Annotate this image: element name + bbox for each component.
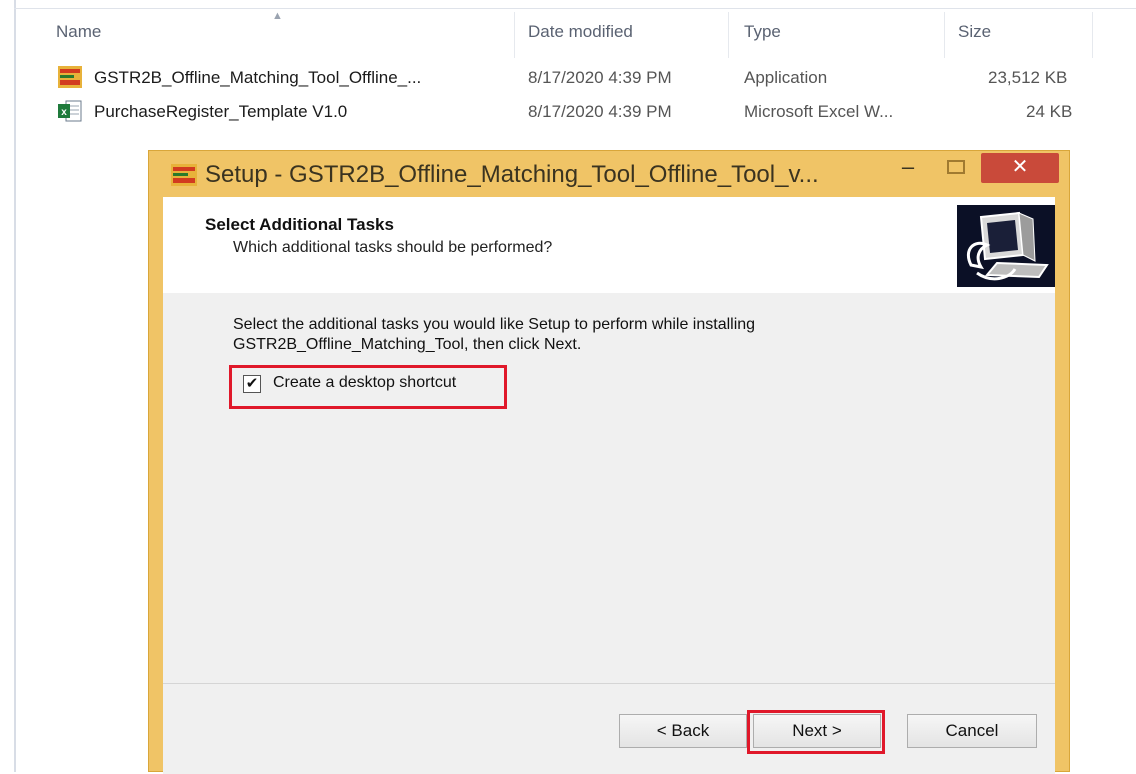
wizard-footer: < Back Next > Cancel — [163, 683, 1055, 774]
setup-dialog: Setup - GSTR2B_Offline_Matching_Tool_Off… — [148, 150, 1070, 774]
wizard-header: Select Additional Tasks Which additional… — [163, 197, 1055, 294]
file-type: Application — [744, 68, 828, 87]
maximize-icon — [947, 160, 965, 174]
annotation-highlight-box — [229, 365, 507, 409]
instructions-text: Select the additional tasks you would li… — [233, 316, 756, 353]
dialog-title: Setup - GSTR2B_Offline_Matching_Tool_Off… — [205, 161, 819, 188]
file-size: 23,512 KB — [988, 68, 1068, 87]
file-date: 8/17/2020 4:39 PM — [528, 68, 672, 87]
explorer-header-divider — [14, 8, 1136, 9]
svg-text:x: x — [61, 107, 67, 118]
back-button[interactable]: < Back — [619, 714, 747, 748]
cancel-button[interactable]: Cancel — [907, 714, 1037, 748]
explorer-frame-edge — [14, 0, 16, 772]
file-type: Microsoft Excel W... — [744, 102, 894, 121]
column-separator[interactable] — [514, 12, 515, 58]
dialog-title-bar[interactable]: Setup - GSTR2B_Offline_Matching_Tool_Off… — [149, 151, 1069, 197]
file-date: 8/17/2020 4:39 PM — [528, 102, 672, 121]
file-size: 24 KB — [1026, 102, 1073, 121]
installer-app-icon — [58, 66, 82, 88]
maximize-button[interactable] — [939, 153, 973, 183]
minimize-button[interactable]: – — [891, 153, 925, 183]
file-name: PurchaseRegister_Template V1.0 — [94, 102, 348, 121]
excel-file-icon: x — [58, 100, 82, 122]
file-row[interactable]: GSTR2B_Offline_Matching_Tool_Offline_...… — [56, 64, 1096, 92]
column-header-type[interactable]: Type — [744, 22, 781, 42]
wizard-body: Select the additional tasks you would li… — [163, 293, 1055, 683]
file-name: GSTR2B_Offline_Matching_Tool_Offline_... — [94, 68, 422, 87]
column-header-size[interactable]: Size — [958, 22, 991, 42]
column-separator[interactable] — [1092, 12, 1093, 58]
column-separator[interactable] — [728, 12, 729, 58]
column-separator[interactable] — [944, 12, 945, 58]
column-header-name[interactable]: Name — [56, 22, 101, 42]
file-row[interactable]: x PurchaseRegister_Template V1.0 8/17/20… — [56, 98, 1096, 126]
column-header-date-modified[interactable]: Date modified — [528, 22, 633, 42]
page-title: Select Additional Tasks — [205, 215, 394, 234]
setup-computer-icon — [957, 205, 1055, 287]
sort-ascending-icon: ▲ — [272, 10, 283, 22]
close-button[interactable]: ✕ — [981, 153, 1059, 183]
annotation-highlight-box — [747, 710, 885, 754]
page-subtitle: Which additional tasks should be perform… — [233, 239, 553, 256]
installer-app-icon — [171, 164, 197, 186]
